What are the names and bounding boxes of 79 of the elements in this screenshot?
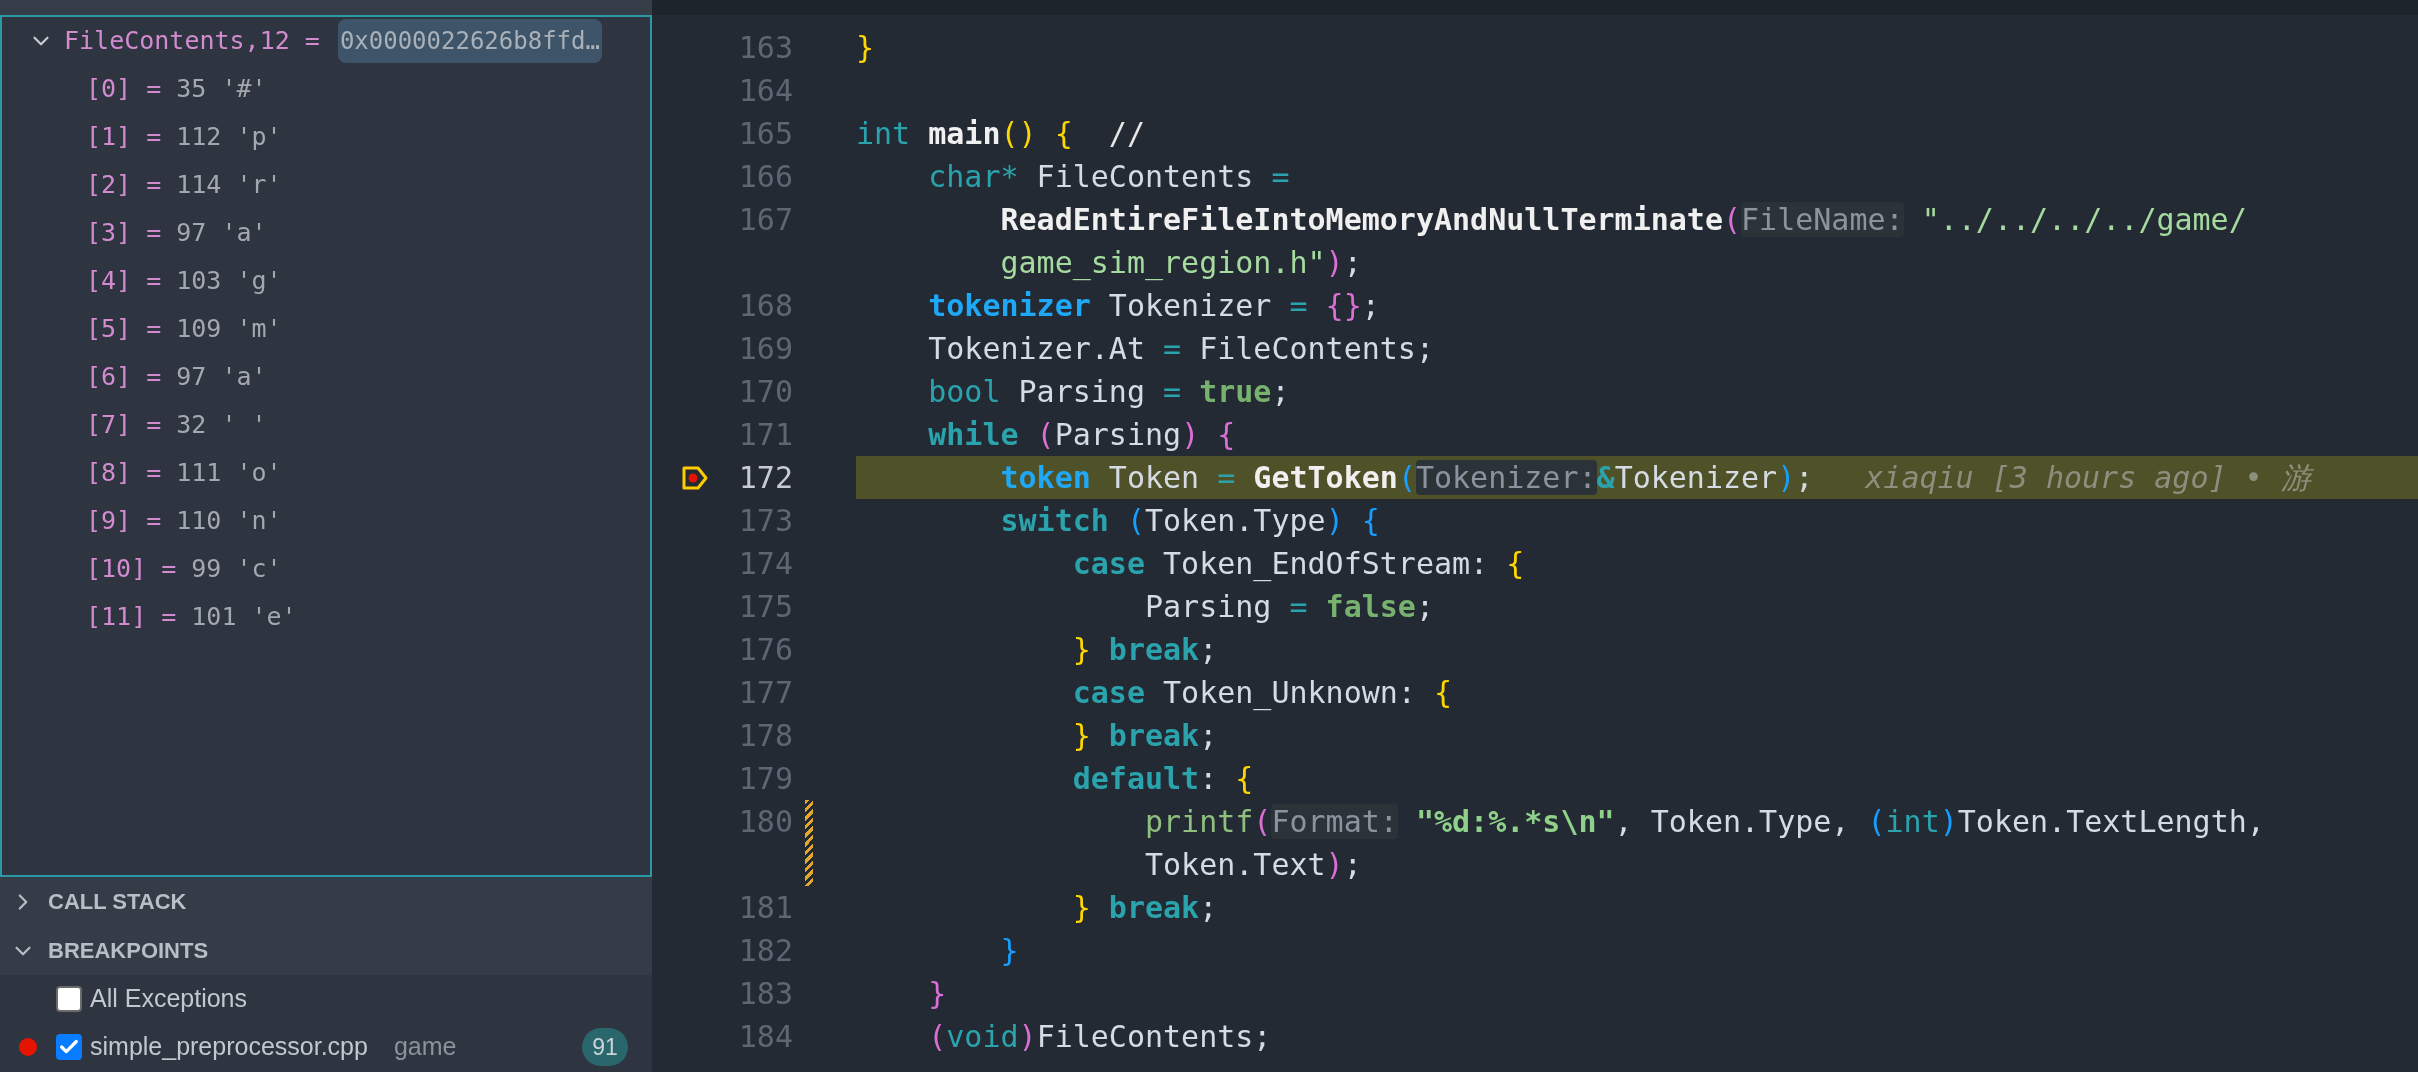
line-number: 178: [738, 718, 793, 753]
line-number: 172: [738, 460, 793, 495]
line-number: 176: [738, 632, 793, 667]
code-line: } break;: [1071, 717, 1218, 755]
code-line: case Token_Unknown: {: [1071, 674, 1453, 713]
code-line: }: [927, 975, 947, 1013]
code-line: Tokenizer.At = FileContents;: [927, 330, 1434, 368]
section-header[interactable]: BREAKPOINTS: [0, 926, 652, 975]
array-index: [6] =: [86, 361, 162, 394]
element-value: 110 'n': [176, 505, 282, 538]
code-line: bool Parsing = true;: [927, 373, 1290, 411]
array-index: [4] =: [86, 265, 162, 298]
array-index: [10] =: [86, 553, 177, 586]
code-line: printf(Format: "%d:%.*s\n", Token.Type, (int)Token.TextLength,: [1144, 803, 2265, 841]
line-number: 165: [738, 116, 793, 151]
element-value: 35 '#': [176, 73, 267, 106]
array-index: [7] =: [86, 409, 162, 442]
element-value: 97 'a': [176, 217, 267, 250]
variable-name: FileContents,12 =: [64, 25, 320, 58]
line-number: 175: [738, 589, 793, 624]
code-line: } break;: [1071, 889, 1218, 927]
breakpoint-label[interactable]: simple_preprocessor.cpp: [90, 1028, 368, 1066]
line-number: 181: [738, 890, 793, 925]
line-number: 183: [738, 976, 793, 1011]
code-line: Token.Text);: [1144, 846, 1362, 884]
code-line: (void)FileContents;: [927, 1018, 1272, 1056]
array-index: [0] =: [86, 73, 162, 106]
code-line: switch (Token.Type) {: [999, 502, 1380, 540]
element-value: 32 ' ': [176, 409, 267, 442]
code-line: char* FileContents =: [927, 158, 1290, 196]
line-number: 180: [738, 804, 793, 839]
breakpoint-label[interactable]: All Exceptions: [90, 980, 248, 1018]
code-line: } break;: [1071, 631, 1218, 669]
array-index: [5] =: [86, 313, 162, 346]
line-number: 179: [738, 761, 793, 796]
line-number: 173: [738, 503, 793, 538]
element-value: 114 'r': [176, 169, 282, 202]
line-number: 171: [738, 417, 793, 452]
line-number: 166: [738, 159, 793, 194]
code-line: game_sim_region.h");: [999, 244, 1362, 283]
line-number: 163: [738, 30, 793, 65]
code-line: ReadEntireFileIntoMemoryAndNullTerminate(FileName: "../../../../game/: [999, 201, 2247, 239]
section-header[interactable]: CALL STACK: [0, 877, 652, 926]
code-line: token Token = GetToken(Tokenizer:&Tokenizer);: [999, 459, 1814, 497]
checkbox[interactable]: [56, 1034, 82, 1060]
count-badge: 91: [582, 1028, 628, 1066]
code-line: }: [856, 29, 875, 67]
line-number: 174: [738, 546, 793, 581]
array-index: [2] =: [86, 169, 162, 202]
line-number: 182: [738, 933, 793, 968]
element-value: 103 'g': [176, 265, 282, 298]
line-number: 168: [738, 288, 793, 323]
checkbox[interactable]: [56, 986, 82, 1012]
element-value: 111 'o': [176, 457, 282, 490]
code-line: tokenizer Tokenizer = {};: [927, 287, 1380, 325]
element-value: 101 'e': [191, 601, 297, 634]
array-index: [8] =: [86, 457, 162, 490]
line-number: 177: [738, 675, 793, 710]
array-index: [9] =: [86, 505, 162, 538]
code-line: while (Parsing) {: [927, 416, 1236, 454]
code-line: Parsing = false;: [1144, 588, 1434, 626]
code-line: int main() { //: [856, 115, 1145, 153]
element-value: 112 'p': [176, 121, 282, 154]
array-index: [11] =: [86, 601, 177, 634]
element-value: 109 'm': [176, 313, 282, 346]
line-number: 169: [738, 331, 793, 366]
code-line: default: {: [1071, 760, 1254, 798]
code-line: }: [999, 932, 1019, 970]
variable-value[interactable]: 0x0000022626b8ffd…: [337, 19, 602, 63]
line-number: 170: [738, 374, 793, 409]
element-value: 97 'a': [176, 361, 267, 394]
line-number: 164: [738, 73, 793, 108]
folder-label: game: [393, 1031, 457, 1063]
array-index: [3] =: [86, 217, 162, 250]
element-value: 99 'c': [191, 553, 282, 586]
line-number: 167: [738, 202, 793, 237]
array-index: [1] =: [86, 121, 162, 154]
line-number: 184: [738, 1019, 793, 1054]
code-line: case Token_EndOfStream: {: [1071, 545, 1525, 584]
